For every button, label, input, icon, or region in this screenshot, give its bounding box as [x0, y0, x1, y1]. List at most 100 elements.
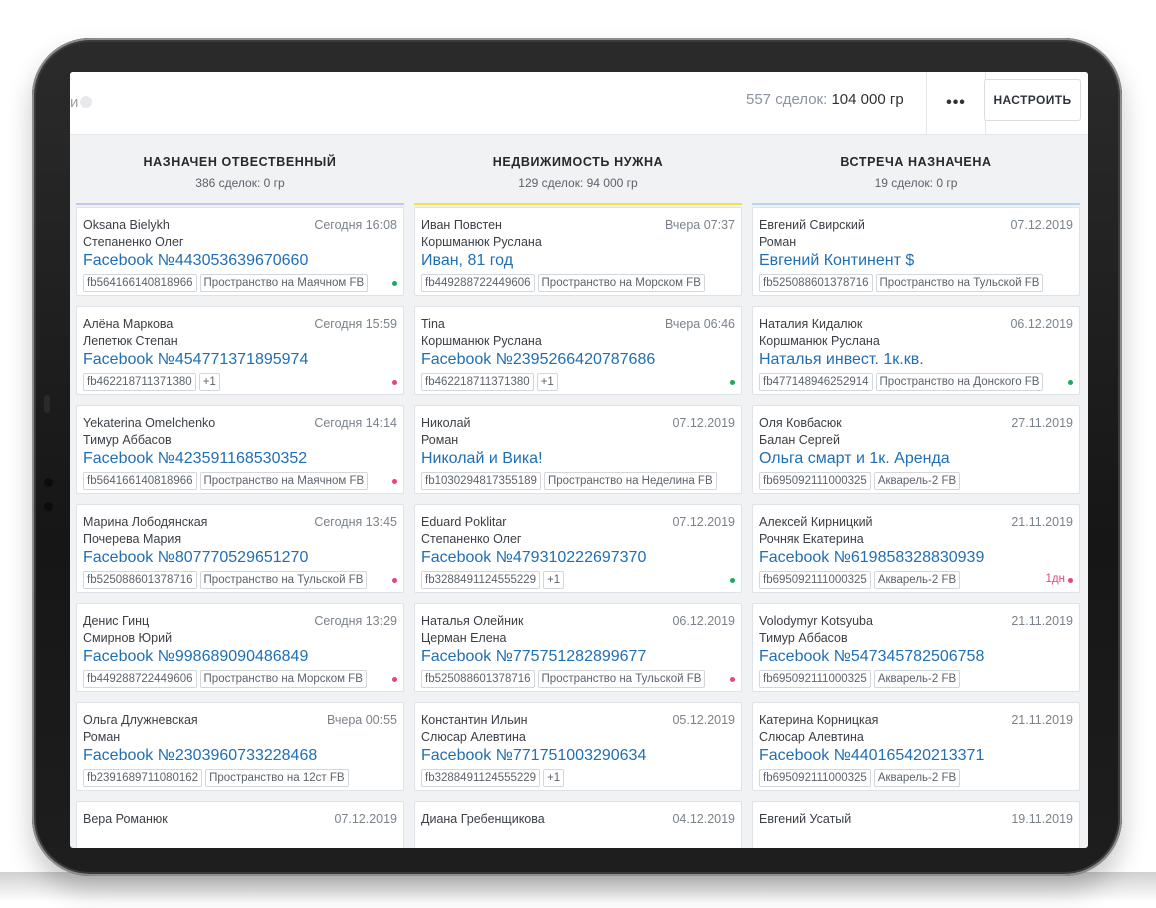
deal-date: 21.11.2019 [1011, 614, 1073, 628]
deal-tag[interactable]: Пространство на Морском FB [537, 274, 705, 292]
deal-date: Вчера 00:55 [326, 713, 397, 727]
responsible-user: Слюсар Алевтина [759, 730, 864, 744]
deal-date: 07.12.2019 [334, 812, 397, 826]
deal-title-link[interactable]: Facebook №775751282899677 [421, 648, 646, 666]
deal-tag[interactable]: Пространство на Маячном FB [199, 472, 369, 490]
deal-tag[interactable]: fb695092111000325 [759, 472, 871, 490]
deal-tag[interactable]: +1 [543, 571, 565, 589]
deal-card[interactable]: Вера Романюк 07.12.2019 [76, 801, 404, 848]
column-summary: 386 сделок: 0 гр [195, 176, 285, 190]
responsible-user: Степаненко Олег [421, 532, 522, 546]
deal-tag[interactable]: fb564166140818966 [83, 472, 197, 490]
deal-tag[interactable]: fb695092111000325 [759, 769, 871, 787]
deal-card[interactable]: Алексей Кирницкий 21.11.2019 Рочняк Екатер… [752, 504, 1080, 593]
deal-card[interactable]: Наталия Кидалюк 06.12.2019 Коршманюк Русла… [752, 306, 1080, 395]
deal-tag[interactable]: fb695092111000325 [759, 670, 871, 688]
deal-tag[interactable]: Пространство на Тульской FB [199, 571, 368, 589]
responsible-user: Роман [759, 235, 797, 249]
deal-title-link[interactable]: Facebook №454771371895974 [83, 351, 308, 369]
deal-tag[interactable]: +1 [198, 373, 220, 391]
deal-title-link[interactable]: Facebook №2395266420787686 [421, 351, 655, 369]
deal-tag[interactable]: fb525088601378716 [83, 571, 197, 589]
deal-tag[interactable]: Акварель-2 FB [873, 769, 961, 787]
status-dot-icon [730, 677, 735, 682]
responsible-user: Балан Сергей [759, 433, 840, 447]
deal-tag[interactable]: fb1030294817355189 [421, 472, 541, 490]
deal-card[interactable]: Yekaterina Omelchenko Сегодня 14:14 Тимур … [76, 405, 404, 494]
deals-summary: 557 сделок: 104 000 гр [746, 91, 904, 108]
deal-tag[interactable]: fb695092111000325 [759, 571, 871, 589]
tablet-sensor-icon [44, 502, 53, 511]
deal-title-link[interactable]: Facebook №443053639670660 [83, 252, 308, 270]
deal-title-link[interactable]: Иван, 81 год [421, 252, 513, 270]
deal-tag[interactable]: fb462218711371380 [421, 373, 534, 391]
deal-tag[interactable]: Пространство на Морском FB [199, 670, 367, 688]
deal-tag[interactable]: Пространство на Неделина FB [543, 472, 717, 490]
responsible-user: Лепетюк Степан [83, 334, 178, 348]
deal-title-link[interactable]: Facebook №479310222697370 [421, 549, 646, 567]
deal-tag[interactable]: fb525088601378716 [759, 274, 873, 292]
deal-card[interactable]: Диана Гребенщикова 04.12.2019 [414, 801, 742, 848]
deal-tag[interactable]: fb449288722449606 [83, 670, 197, 688]
contact-name: Константин Ильин [421, 713, 528, 727]
deal-title-link[interactable]: Facebook №440165420213371 [759, 747, 984, 765]
responsible-user: Смирнов Юрий [83, 631, 173, 645]
deal-title-link[interactable]: Facebook №619858328830939 [759, 549, 984, 567]
deal-card[interactable]: Иван Повстен Вчера 07:37 Коршманюк Руслана… [414, 207, 742, 296]
deal-title-link[interactable]: Facebook №807770529651270 [83, 549, 308, 567]
deal-tag[interactable]: fb564166140818966 [83, 274, 197, 292]
deal-tag[interactable]: fb449288722449606 [421, 274, 535, 292]
contact-name: Марина Лободянская [83, 515, 208, 529]
deal-card[interactable]: Наталья Олейник 06.12.2019 Церман Елена Fac… [414, 603, 742, 692]
deal-card[interactable]: Константин Ильин 05.12.2019 Слюсар Алевтин… [414, 702, 742, 791]
deal-title-link[interactable]: Facebook №2303960733228468 [83, 747, 317, 765]
deal-title-link[interactable]: Facebook №771751003290634 [421, 747, 646, 765]
deal-card[interactable]: Oksana Bielykh Сегодня 16:08 Степаненко Ол… [76, 207, 404, 296]
deal-tag[interactable]: +1 [536, 373, 558, 391]
more-options-button[interactable]: ••• [926, 72, 986, 134]
deal-date: 07.12.2019 [672, 515, 735, 529]
contact-name: Денис Гинц [83, 614, 150, 628]
deal-title-link[interactable]: Facebook №423591168530352 [83, 450, 307, 468]
deal-tags: fb462218711371380 +1 [83, 373, 220, 391]
deal-tag[interactable]: Акварель-2 FB [873, 670, 961, 688]
deal-title-link[interactable]: Евгений Континент $ [759, 252, 914, 270]
deal-card[interactable]: Евгений Усатый 19.11.2019 [752, 801, 1080, 848]
status-dot-icon [392, 479, 397, 484]
deal-tag[interactable]: Пространство на Донского FB [875, 373, 1044, 391]
deal-tag[interactable]: fb462218711371380 [83, 373, 196, 391]
deal-tag[interactable]: Пространство на 12ст FB [205, 769, 349, 787]
setup-button[interactable]: НАСТРОИТЬ [984, 79, 1081, 121]
deal-tag[interactable]: Пространство на Тульской FB [875, 274, 1044, 292]
deal-card[interactable]: Катерина Корницкая 21.11.2019 Слюсар Алевт… [752, 702, 1080, 791]
deal-tag[interactable]: fb525088601378716 [421, 670, 535, 688]
deal-title-link[interactable]: Наталья инвест. 1к.кв. [759, 351, 924, 369]
deal-title-link[interactable]: Facebook №998689090486849 [83, 648, 308, 666]
deal-tag[interactable]: fb3288491124555229 [421, 571, 541, 589]
deal-card[interactable]: Eduard Poklitar 07.12.2019 Степаненко Олег… [414, 504, 742, 593]
deal-tag[interactable]: +1 [543, 769, 565, 787]
deal-card[interactable]: Оля Ковбасюк 27.11.2019 Балан Сергей Ольга … [752, 405, 1080, 494]
contact-name: Алёна Маркова [83, 317, 174, 331]
deal-tag[interactable]: fb3288491124555229 [421, 769, 541, 787]
deal-tag[interactable]: fb477148946252914 [759, 373, 873, 391]
deal-tag[interactable]: Пространство на Маячном FB [199, 274, 369, 292]
deal-card[interactable]: Алёна Маркова Сегодня 15:59 Лепетюк Степан… [76, 306, 404, 395]
deal-card[interactable]: Денис Гинц Сегодня 13:29 Смирнов Юрий Faceb… [76, 603, 404, 692]
deal-card[interactable]: Volodymyr Kotsyuba 21.11.2019 Тимур Аббасо… [752, 603, 1080, 692]
deal-tags: fb695092111000325 Акварель-2 FB [759, 472, 961, 490]
deal-card[interactable]: Евгений Свирский 07.12.2019 Роман Евгений К… [752, 207, 1080, 296]
deal-title-link[interactable]: Николай и Вика! [421, 450, 543, 468]
deal-card[interactable]: Tina Вчера 06:46 Коршманюк Руслана Facebook… [414, 306, 742, 395]
deal-tag[interactable]: Пространство на Тульской FB [537, 670, 706, 688]
deal-card[interactable]: Николай 07.12.2019 Роман Николай и Вика! fb1… [414, 405, 742, 494]
deal-title-link[interactable]: Ольга смарт и 1к. Аренда [759, 450, 950, 468]
deal-date: 06.12.2019 [672, 614, 735, 628]
search-text[interactable]: и [70, 94, 78, 111]
deal-tag[interactable]: Акварель-2 FB [873, 472, 961, 490]
deal-tag[interactable]: fb2391689711080162 [83, 769, 203, 787]
deal-tag[interactable]: Акварель-2 FB [873, 571, 961, 589]
deal-title-link[interactable]: Facebook №547345782506758 [759, 648, 984, 666]
deal-card[interactable]: Марина Лободянская Сегодня 13:45 Почерева … [76, 504, 404, 593]
deal-card[interactable]: Ольга Длужневская Вчера 00:55 Роман Faceboo… [76, 702, 404, 791]
